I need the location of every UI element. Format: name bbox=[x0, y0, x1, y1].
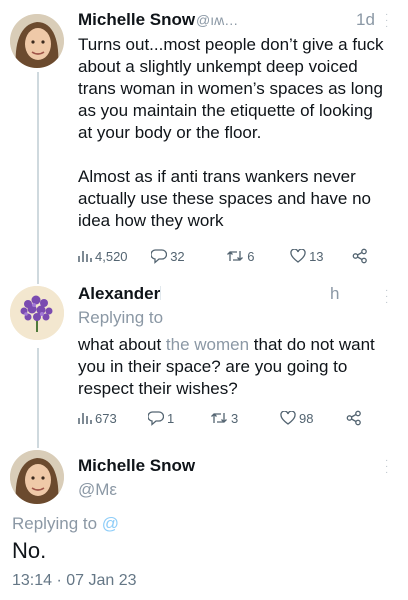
author-name[interactable]: Alexander bbox=[78, 284, 160, 304]
views-count: 673 bbox=[95, 410, 117, 426]
avatar[interactable] bbox=[10, 286, 64, 340]
retweet-button[interactable]: 6 bbox=[226, 249, 290, 264]
retweet-icon bbox=[227, 251, 244, 261]
author-handle-faded[interactable] bbox=[160, 286, 161, 300]
replying-to: Replying to @ bbox=[12, 514, 119, 534]
retweet-icon bbox=[211, 413, 227, 423]
share-button[interactable] bbox=[352, 248, 368, 264]
tweet-time[interactable]: h bbox=[330, 284, 339, 304]
reply-button[interactable]: 32 bbox=[151, 249, 226, 264]
replying-to: Replying to bbox=[78, 308, 163, 328]
replying-to-label: Replying to bbox=[12, 514, 98, 533]
author-name[interactable]: Michelle Snow bbox=[78, 456, 195, 476]
like-icon bbox=[290, 249, 306, 263]
share-icon bbox=[352, 248, 367, 264]
views-count: 4,520 bbox=[95, 248, 128, 264]
like-icon bbox=[280, 411, 296, 425]
views-button[interactable]: 673 bbox=[78, 411, 148, 426]
tweet-text: what about the women that do not want yo… bbox=[78, 334, 390, 400]
reply-button[interactable]: 1 bbox=[148, 411, 210, 426]
tweet-text-start: what about bbox=[78, 335, 166, 354]
views-icon bbox=[78, 413, 92, 424]
tweet-timestamp[interactable]: 13:14 · 07 Jan 23 bbox=[12, 572, 137, 590]
share-button[interactable] bbox=[346, 410, 362, 426]
reply-count: 1 bbox=[167, 410, 175, 426]
tweet-time[interactable]: 1d bbox=[356, 10, 375, 30]
retweet-count: 6 bbox=[247, 248, 255, 264]
replying-to-handle[interactable]: @ bbox=[102, 514, 119, 533]
avatar[interactable] bbox=[10, 450, 64, 504]
author-handle[interactable]: @Mε bbox=[78, 480, 117, 500]
like-button[interactable]: 98 bbox=[280, 411, 346, 426]
more-options-icon[interactable]: · · · bbox=[385, 456, 388, 478]
author-name[interactable]: Michelle Snow bbox=[78, 10, 195, 30]
retweet-count: 3 bbox=[231, 410, 239, 426]
replying-to-label: Replying to bbox=[78, 308, 164, 327]
main-tweet-text: No. bbox=[12, 538, 47, 563]
tweet-actions: 673 1 3 98 bbox=[78, 408, 368, 428]
retweet-button[interactable]: 3 bbox=[210, 411, 280, 426]
tweet-text: Turns out...most people don’t give a fuc… bbox=[78, 35, 384, 230]
like-button[interactable]: 13 bbox=[290, 249, 352, 264]
reply-icon bbox=[151, 248, 168, 264]
author-handle[interactable]: @ıʍ… bbox=[196, 12, 238, 28]
reply-icon bbox=[148, 410, 164, 426]
views-icon bbox=[78, 251, 92, 262]
thread-line-2 bbox=[37, 348, 39, 448]
views-button[interactable]: 4,520 bbox=[78, 249, 151, 264]
avatar[interactable] bbox=[10, 14, 64, 68]
thread-line-1 bbox=[37, 72, 39, 284]
reply-count: 32 bbox=[170, 248, 185, 264]
share-icon bbox=[346, 410, 361, 426]
like-count: 13 bbox=[309, 248, 324, 264]
more-options-icon[interactable]: · · · bbox=[385, 10, 388, 32]
tweet-actions: 4,520 32 6 13 bbox=[78, 246, 368, 266]
tweet-text-faded: the women bbox=[165, 335, 250, 354]
like-count: 98 bbox=[299, 410, 314, 426]
more-options-icon[interactable]: · · · bbox=[385, 286, 388, 308]
